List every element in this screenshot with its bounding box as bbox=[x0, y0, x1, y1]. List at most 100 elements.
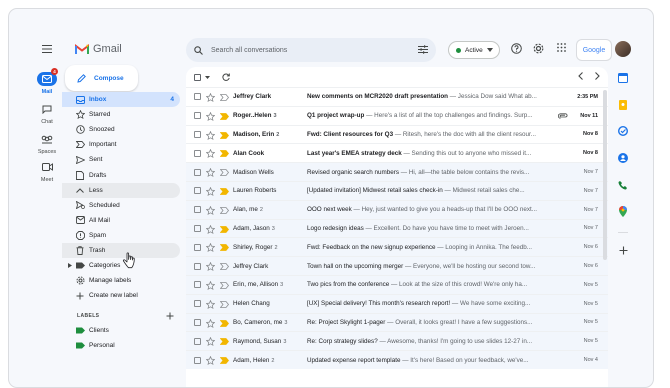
rail-item-meet[interactable]: Meet bbox=[30, 160, 64, 183]
email-row[interactable]: Helen Chang [UX] Special delivery! This m… bbox=[186, 293, 608, 313]
important-marker-icon[interactable] bbox=[220, 169, 229, 177]
row-checkbox[interactable] bbox=[194, 243, 201, 251]
row-checkbox[interactable] bbox=[194, 112, 201, 120]
gmail-logo[interactable]: Gmail bbox=[75, 43, 122, 55]
email-row[interactable]: Roger..Helen 3 Q1 project wrap-up — Here's… bbox=[186, 105, 608, 125]
sidebar-item-snoozed[interactable]: Snoozed bbox=[62, 122, 180, 137]
row-checkbox[interactable] bbox=[194, 356, 201, 364]
row-checkbox[interactable] bbox=[194, 224, 201, 232]
sidebar-item-less[interactable]: Less bbox=[62, 182, 180, 198]
star-icon[interactable] bbox=[206, 111, 215, 121]
row-checkbox[interactable] bbox=[194, 168, 201, 176]
important-marker-icon[interactable] bbox=[220, 94, 229, 101]
row-checkbox[interactable] bbox=[194, 149, 201, 157]
row-checkbox[interactable] bbox=[194, 300, 201, 308]
email-row[interactable]: Jeffrey Clark New comments on MCR2020 dra… bbox=[186, 87, 608, 106]
sidebar-item-spam[interactable]: Spam bbox=[62, 228, 180, 243]
important-marker-icon[interactable] bbox=[220, 338, 229, 346]
row-checkbox[interactable] bbox=[194, 130, 201, 138]
support-button[interactable] bbox=[511, 43, 522, 56]
maps-app-button[interactable] bbox=[617, 205, 629, 217]
select-all-checkbox[interactable] bbox=[194, 73, 201, 81]
star-icon[interactable] bbox=[206, 281, 215, 290]
rail-item-mail[interactable]: 4 Mail bbox=[30, 68, 64, 95]
add-label-plus-icon[interactable] bbox=[166, 312, 174, 320]
voice-app-button[interactable] bbox=[617, 179, 629, 191]
sidebar-item-manage-labels[interactable]: Manage labels bbox=[62, 273, 180, 288]
chevron-right-icon[interactable] bbox=[595, 72, 600, 80]
avatar[interactable] bbox=[615, 41, 631, 57]
main-menu-button[interactable] bbox=[42, 45, 52, 55]
sidebar-item-sent[interactable]: Sent bbox=[62, 152, 180, 167]
settings-button[interactable] bbox=[533, 43, 544, 56]
email-row[interactable]: Adam, Jason 3 Logo redesign ideas — Excell… bbox=[186, 218, 608, 238]
sidebar-item-create-new-label[interactable]: Create new label bbox=[62, 288, 180, 303]
email-row[interactable]: Alan Cook Last year's EMEA strategy deck … bbox=[186, 143, 608, 162]
important-marker-icon[interactable] bbox=[220, 244, 229, 252]
row-checkbox[interactable] bbox=[194, 93, 201, 101]
label-item-personal[interactable]: Personal bbox=[62, 338, 180, 353]
star-icon[interactable] bbox=[206, 187, 215, 196]
tasks-app-button[interactable] bbox=[617, 125, 629, 137]
important-marker-icon[interactable] bbox=[220, 282, 229, 289]
star-icon[interactable] bbox=[206, 149, 215, 159]
rail-item-chat[interactable]: Chat bbox=[30, 102, 64, 125]
important-marker-icon[interactable] bbox=[220, 112, 229, 120]
google-account-button[interactable]: Google bbox=[577, 40, 611, 60]
important-marker-icon[interactable] bbox=[220, 131, 229, 139]
sidebar-item-trash[interactable]: Trash bbox=[62, 242, 180, 259]
email-row[interactable]: Lauren Roberts [Updated invitation] Midwe… bbox=[186, 181, 608, 200]
row-checkbox[interactable] bbox=[194, 281, 201, 289]
important-marker-icon[interactable] bbox=[220, 225, 229, 233]
sidebar-item-inbox[interactable]: Inbox 4 bbox=[62, 92, 180, 108]
keep-app-button[interactable] bbox=[617, 99, 629, 111]
star-icon[interactable] bbox=[206, 299, 215, 309]
email-row[interactable]: Erin, me, Allison 3 Two pics from the conf… bbox=[186, 275, 608, 294]
important-marker-icon[interactable] bbox=[220, 300, 229, 308]
row-checkbox[interactable] bbox=[194, 206, 201, 214]
row-checkbox[interactable] bbox=[194, 187, 201, 195]
label-item-clients[interactable]: Clients bbox=[62, 323, 180, 338]
email-row[interactable]: Raymond, Susan 3 Re: Corp strategy slides?… bbox=[186, 331, 608, 351]
email-row[interactable]: Bo, Cameron, me 3 Re: Project Skylight 1-p… bbox=[186, 312, 608, 332]
star-icon[interactable] bbox=[206, 205, 215, 215]
row-checkbox[interactable] bbox=[194, 318, 201, 326]
search-bar[interactable]: Search all conversations bbox=[186, 38, 436, 62]
important-marker-icon[interactable] bbox=[220, 319, 229, 327]
compose-button[interactable]: Compose bbox=[65, 65, 138, 91]
status-chip[interactable]: Active bbox=[448, 41, 500, 59]
star-icon[interactable] bbox=[206, 130, 215, 140]
sidebar-item-categories[interactable]: Categories bbox=[62, 258, 180, 273]
star-icon[interactable] bbox=[206, 356, 215, 366]
star-icon[interactable] bbox=[206, 224, 215, 234]
email-row[interactable]: Alan, me 2 OOO next week — Hey, just wante… bbox=[186, 199, 608, 219]
email-row[interactable]: Madison Wells Revised organic search numb… bbox=[186, 162, 608, 181]
sidebar-item-starred[interactable]: Starred bbox=[62, 107, 180, 122]
important-marker-icon[interactable] bbox=[220, 150, 229, 158]
row-checkbox[interactable] bbox=[194, 262, 201, 270]
chevron-left-icon[interactable] bbox=[578, 72, 583, 80]
sidebar-item-all-mail[interactable]: All Mail bbox=[62, 213, 180, 228]
star-icon[interactable] bbox=[206, 93, 215, 102]
important-marker-icon[interactable] bbox=[220, 263, 229, 271]
important-marker-icon[interactable] bbox=[220, 357, 229, 365]
search-icon[interactable] bbox=[194, 45, 203, 55]
star-icon[interactable] bbox=[206, 262, 215, 272]
sidebar-item-important[interactable]: Important bbox=[62, 137, 180, 152]
refresh-icon[interactable] bbox=[222, 73, 230, 81]
get-addons-button[interactable] bbox=[617, 244, 629, 256]
star-icon[interactable] bbox=[206, 337, 215, 347]
email-row[interactable]: Adam, Helen 2 Updated expense report templ… bbox=[186, 350, 608, 369]
chevron-down-icon[interactable] bbox=[205, 75, 210, 79]
star-icon[interactable] bbox=[206, 168, 215, 178]
star-icon[interactable] bbox=[206, 243, 215, 253]
search-options-icon[interactable] bbox=[418, 45, 428, 54]
email-row[interactable]: Madison, Erin 2 Fwd: Client resources for … bbox=[186, 124, 608, 144]
important-marker-icon[interactable] bbox=[220, 206, 229, 214]
list-scrollbar[interactable] bbox=[603, 90, 607, 260]
rail-item-spaces[interactable]: Spaces bbox=[30, 132, 64, 155]
star-icon[interactable] bbox=[206, 318, 215, 328]
email-row[interactable]: Jeffrey Clark Town hall on the upcoming m… bbox=[186, 256, 608, 275]
apps-button[interactable] bbox=[557, 43, 566, 54]
calendar-app-button[interactable] bbox=[617, 72, 629, 84]
